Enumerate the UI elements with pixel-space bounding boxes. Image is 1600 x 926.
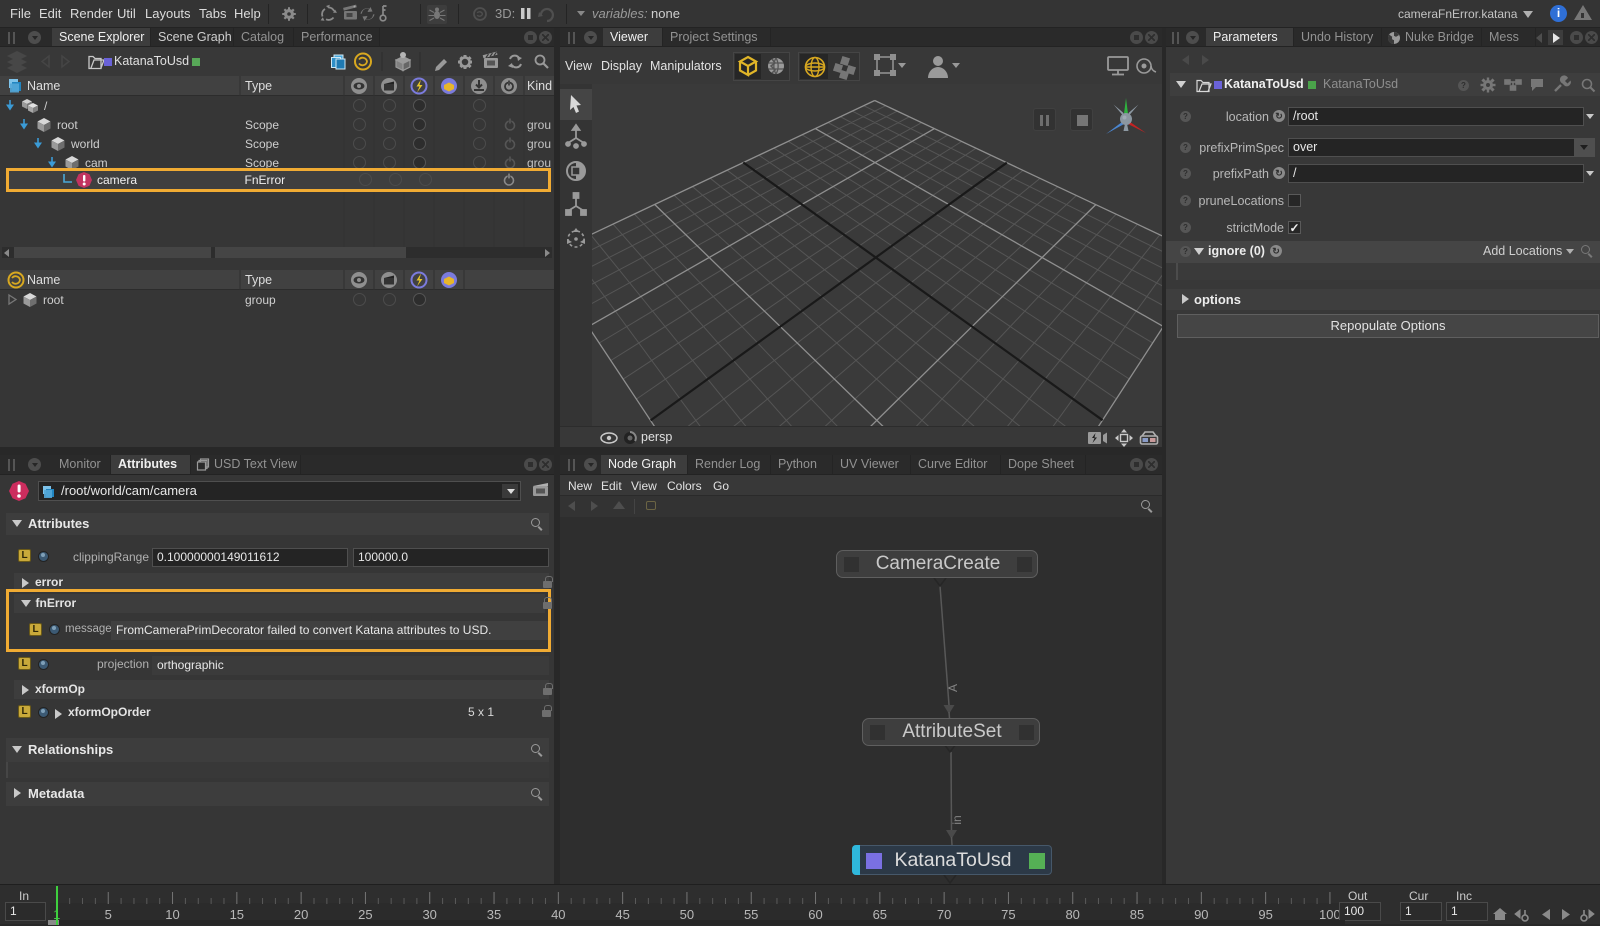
svg-text:A: A xyxy=(946,684,960,692)
svg-text:in: in xyxy=(950,815,964,824)
